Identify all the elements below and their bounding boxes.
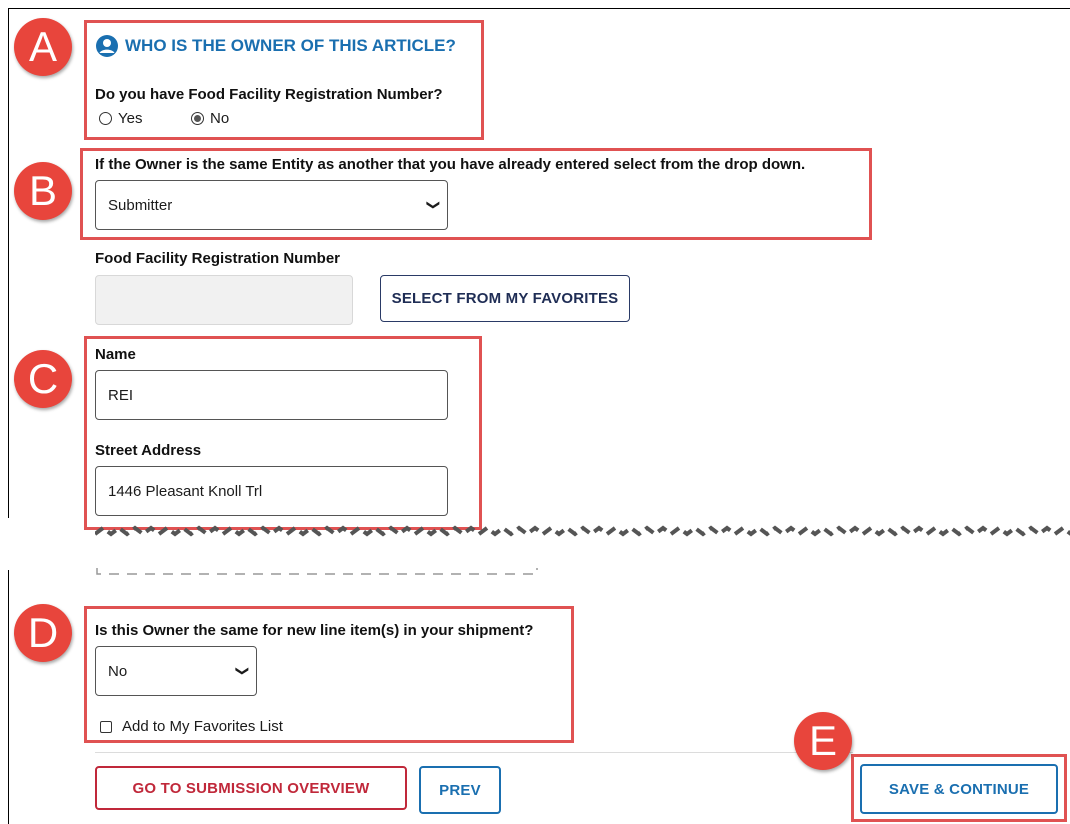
user-circle-icon [96,35,118,57]
name-label: Name [95,346,136,363]
radio-no-icon[interactable] [191,112,204,125]
radio-yes-label: Yes [118,110,143,127]
save-and-continue-button[interactable]: SAVE & CONTINUE [860,764,1058,814]
footer-divider [95,752,853,753]
registration-number-label: Food Facility Registration Number [95,250,341,267]
same-entity-label: If the Owner is the same Entity as anoth… [95,156,806,173]
street-address-label: Street Address [95,442,202,459]
frame-border-left [8,8,9,518]
select-from-favorites-button[interactable]: SELECT FROM MY FAVORITES [380,275,630,322]
callout-marker-d: D [14,604,72,662]
street-address-input[interactable]: 1446 Pleasant Knoll Trl [95,466,448,516]
torn-page-break [95,525,1070,575]
registration-question: Do you have Food Facility Registration N… [95,86,443,103]
chevron-down-icon: ❯ [426,199,442,211]
section-title-text: WHO IS THE OWNER OF THIS ARTICLE? [125,36,456,55]
line-items-select[interactable]: No ❯ [95,646,257,696]
frame-border-left-lower [8,570,9,824]
radio-yes-icon[interactable] [99,112,112,125]
add-to-favorites-option[interactable]: Add to My Favorites List [100,718,283,735]
radio-option-yes[interactable]: Yes [99,110,142,127]
registration-number-input[interactable] [95,275,353,325]
radio-no-label: No [210,110,230,127]
prev-button[interactable]: PREV [419,766,501,814]
radio-option-no[interactable]: No [191,110,229,127]
checkbox-icon[interactable] [100,720,112,733]
callout-marker-c: C [14,350,72,408]
line-items-value: No [108,662,128,680]
go-to-submission-overview-button[interactable]: GO TO SUBMISSION OVERVIEW [95,766,407,810]
section-title: WHO IS THE OWNER OF THIS ARTICLE? [95,34,456,58]
callout-marker-a: A [14,18,72,76]
chevron-down-icon: ❯ [235,665,251,677]
frame-border-top [8,8,1070,9]
add-to-favorites-label: Add to My Favorites List [122,718,283,735]
same-entity-select[interactable]: Submitter ❯ [95,180,448,230]
same-entity-value: Submitter [108,196,173,214]
callout-marker-b: B [14,162,72,220]
line-items-question: Is this Owner the same for new line item… [95,622,534,639]
callout-marker-e: E [794,712,852,770]
name-input[interactable]: REI [95,370,448,420]
